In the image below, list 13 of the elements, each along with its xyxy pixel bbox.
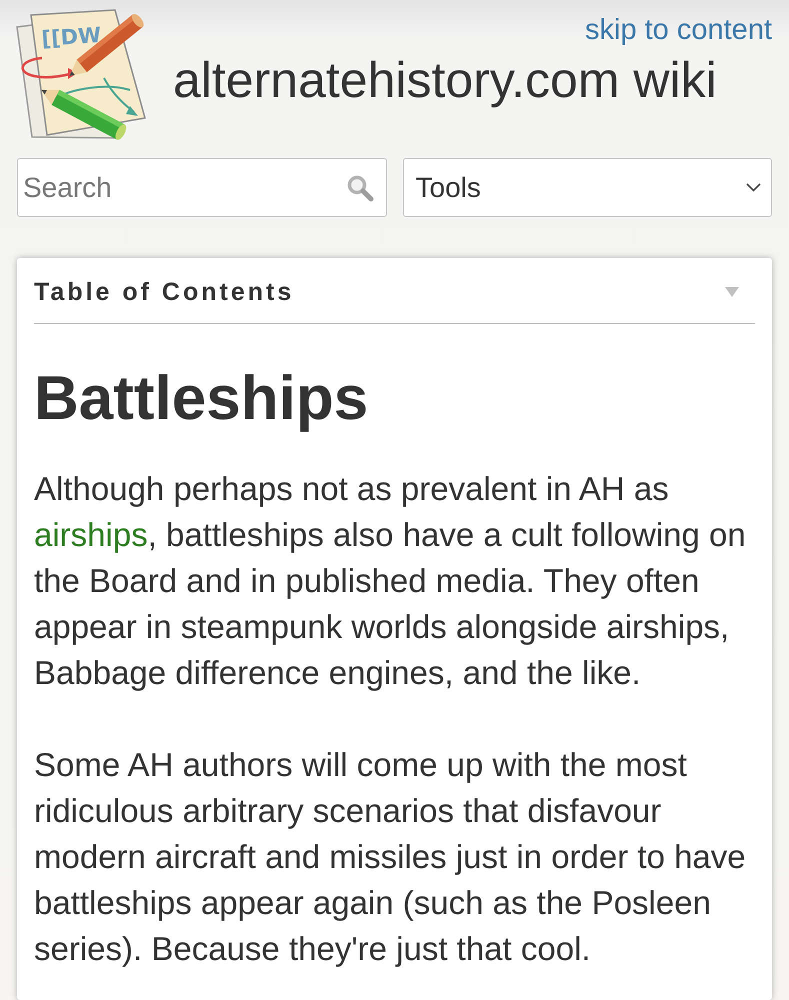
search-field[interactable]: Search — [17, 158, 386, 217]
text-link[interactable]: airships — [34, 516, 148, 553]
site-title: alternatehistory.com wiki — [173, 51, 718, 110]
triangle-icon[interactable] — [725, 287, 739, 297]
toc-title: Table of Contents — [34, 278, 294, 306]
article-title: Battleships — [34, 363, 370, 435]
search-icon[interactable] — [346, 174, 374, 202]
paragraph: Although perhaps not as prevalent in AH as airships, battleships also have a cult following on the Board and in published media. They often appear in steampunk worlds alongside airships, Babbage difference engines, and the like. — [34, 469, 747, 693]
chevron-down-icon — [746, 183, 761, 192]
skip-link[interactable]: skip to content — [585, 13, 772, 47]
logo-text: [[DW — [40, 22, 102, 51]
tools-dropdown[interactable]: Tools — [402, 158, 772, 217]
paragraph: Some AH authors will come up with the most ridiculous arbitrary scenarios that disfavour modern aircraft and missiles just in order to have battleships appear again (such as the Posleen series). Because they're just that cool. — [34, 745, 747, 969]
